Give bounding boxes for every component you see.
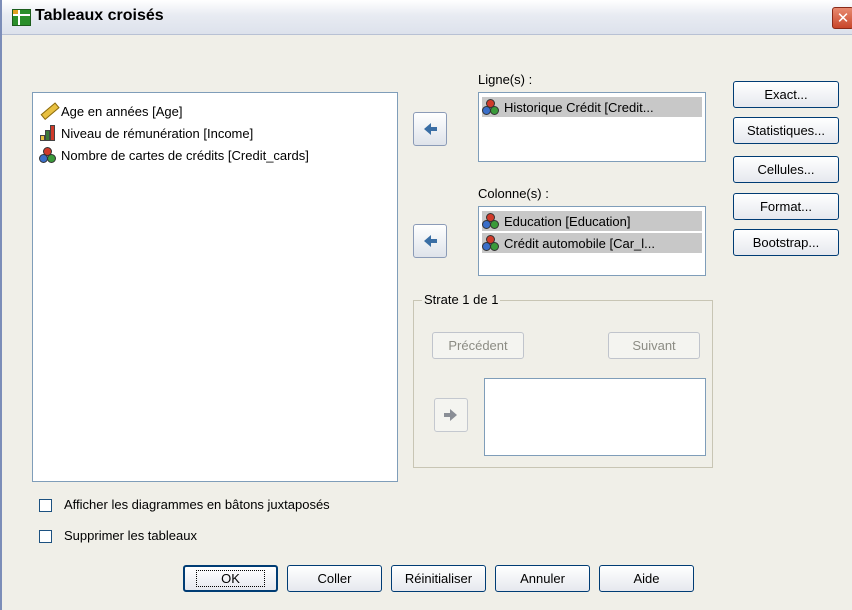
nominal-balls-icon <box>482 235 500 251</box>
list-item-label: Nombre de cartes de crédits [Credit_card… <box>61 147 309 163</box>
arrow-left-icon <box>424 235 437 247</box>
reset-button[interactable]: Réinitialiser <box>391 565 486 592</box>
ordinal-bars-icon <box>39 125 57 141</box>
move-to-columns-button[interactable] <box>413 224 447 258</box>
list-item-label: Age en années [Age] <box>61 103 183 119</box>
bootstrap-button[interactable]: Bootstrap... <box>733 229 839 256</box>
move-to-rows-button[interactable] <box>413 112 447 146</box>
list-item[interactable]: Historique Crédit [Credit... <box>482 97 702 117</box>
rows-label: Ligne(s) : <box>478 72 533 87</box>
previous-layer-button[interactable]: Précédent <box>432 332 524 359</box>
nominal-balls-icon <box>482 213 500 229</box>
arrow-right-icon <box>444 409 457 421</box>
help-button[interactable]: Aide <box>599 565 694 592</box>
clustered-bars-checkbox[interactable] <box>39 499 52 512</box>
move-to-layer-button[interactable] <box>434 398 468 432</box>
list-item-label: Niveau de rémunération [Income] <box>61 125 254 141</box>
list-item[interactable]: Age en années [Age] <box>39 101 182 121</box>
title-bar[interactable]: Tableaux croisés ✕ <box>2 0 852 35</box>
nominal-balls-icon <box>39 147 57 163</box>
close-button[interactable]: ✕ <box>832 7 852 29</box>
crosstabs-dialog: Tableaux croisés ✕ Age en années [Age] N… <box>0 0 852 610</box>
format-button[interactable]: Format... <box>733 193 839 220</box>
next-layer-button[interactable]: Suivant <box>608 332 700 359</box>
ok-button[interactable]: OK <box>183 565 278 592</box>
list-item-label: Education [Education] <box>504 213 631 229</box>
table-icon <box>12 9 31 26</box>
list-item[interactable]: Niveau de rémunération [Income] <box>39 123 253 143</box>
window-title: Tableaux croisés <box>35 7 164 24</box>
list-item-label: Crédit automobile [Car_l... <box>504 235 656 251</box>
paste-button[interactable]: Coller <box>287 565 382 592</box>
list-item[interactable]: Crédit automobile [Car_l... <box>482 233 702 253</box>
scale-ruler-icon <box>36 99 60 123</box>
ok-label: OK <box>196 570 265 587</box>
source-variable-list[interactable]: Age en années [Age] Niveau de rémunérati… <box>32 92 398 482</box>
clustered-bars-label: Afficher les diagrammes en bâtons juxtap… <box>64 497 330 512</box>
layer-title: Strate 1 de 1 <box>422 292 501 307</box>
cancel-button[interactable]: Annuler <box>495 565 590 592</box>
suppress-tables-checkbox[interactable] <box>39 530 52 543</box>
exact-button[interactable]: Exact... <box>733 81 839 108</box>
statistics-button[interactable]: Statistiques... <box>733 117 839 144</box>
nominal-balls-icon <box>482 99 500 115</box>
suppress-tables-label: Supprimer les tableaux <box>64 528 197 543</box>
list-item[interactable]: Nombre de cartes de crédits [Credit_card… <box>39 145 309 165</box>
arrow-left-icon <box>424 123 437 135</box>
list-item-label: Historique Crédit [Credit... <box>504 99 654 115</box>
rows-list[interactable]: Historique Crédit [Credit... <box>478 92 706 162</box>
columns-list[interactable]: Education [Education] Crédit automobile … <box>478 206 706 276</box>
columns-label: Colonne(s) : <box>478 186 549 201</box>
layer-list[interactable] <box>484 378 706 456</box>
list-item[interactable]: Education [Education] <box>482 211 702 231</box>
cells-button[interactable]: Cellules... <box>733 156 839 183</box>
